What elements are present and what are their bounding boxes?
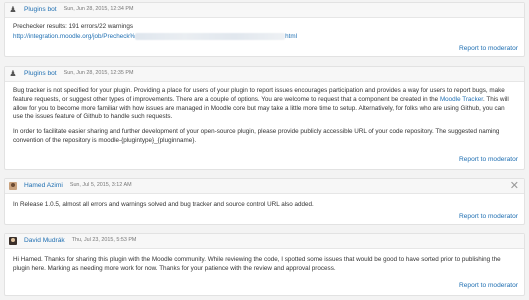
comment-date: Sun, Jul 5, 2015, 3:12 AM: [69, 182, 132, 189]
comment-header: ♟ Plugins bot Sun, Jun 28, 2015, 12:34 P…: [5, 3, 524, 18]
comment-card: ♟ Plugins bot Sun, Jun 28, 2015, 12:34 P…: [4, 2, 525, 57]
comment-link-line: http://integration.moodle.org/job/Preche…: [13, 32, 516, 42]
avatar: [9, 182, 17, 190]
comment-date: Sun, Jun 28, 2015, 12:35 PM: [63, 70, 134, 77]
comment-card: ♟ Plugins bot Sun, Jun 28, 2015, 12:35 P…: [4, 66, 525, 170]
user-icon: ♟: [9, 5, 17, 14]
comment-paragraph: In order to facilitate easier sharing an…: [13, 128, 500, 145]
comment-date: Thu, Jul 23, 2015, 5:53 PM: [71, 237, 137, 244]
comment-body: Bug tracker is not specified for your pl…: [13, 87, 516, 152]
comment-author[interactable]: Plugins bot: [24, 5, 57, 14]
comment-header: ♟ Plugins bot Sun, Jun 28, 2015, 12:35 P…: [5, 67, 524, 82]
comment-body: In Release 1.0.5, almost all errors and …: [13, 201, 516, 216]
comment-card: Hamed Azimi Sun, Jul 5, 2015, 3:12 AM ✕ …: [4, 178, 525, 225]
avatar: [9, 237, 17, 245]
moodle-tracker-link[interactable]: Moodle Tracker: [440, 96, 483, 103]
paragraph-text: Bug tracker is not specified for your pl…: [13, 87, 505, 103]
user-icon: ♟: [9, 69, 17, 78]
comment-author[interactable]: Plugins bot: [24, 69, 57, 78]
comment-text: In Release 1.0.5, almost all errors and …: [13, 201, 314, 208]
comment-card: David Mudrák Thu, Jul 23, 2015, 5:53 PM …: [4, 233, 525, 296]
comment-body: Hi Hamed. Thanks for sharing this plugin…: [13, 256, 516, 280]
prechecker-link-end[interactable]: html: [285, 33, 297, 40]
report-to-moderator-link[interactable]: Report to moderator: [459, 212, 518, 221]
comment-author[interactable]: David Mudrák: [24, 236, 65, 245]
comment-author[interactable]: Hamed Azimi: [24, 181, 63, 190]
comment-body: Prechecker results: 191 errors/22 warnin…: [13, 23, 516, 48]
comment-paragraph: Bug tracker is not specified for your pl…: [13, 87, 516, 122]
close-icon[interactable]: ✕: [510, 180, 519, 193]
comment-header: Hamed Azimi Sun, Jul 5, 2015, 3:12 AM ✕: [5, 179, 524, 194]
comment-date: Sun, Jun 28, 2015, 12:34 PM: [63, 6, 134, 13]
prechecker-link[interactable]: http://integration.moodle.org/job/Preche…: [13, 33, 135, 40]
comment-text: Hi Hamed. Thanks for sharing this plugin…: [13, 256, 501, 272]
redacted-url-segment: [135, 32, 286, 40]
report-to-moderator-link[interactable]: Report to moderator: [459, 155, 518, 164]
report-to-moderator-link[interactable]: Report to moderator: [459, 44, 518, 53]
comment-text: Prechecker results: 191 errors/22 warnin…: [13, 23, 134, 30]
report-to-moderator-link[interactable]: Report to moderator: [459, 281, 518, 290]
comment-header: David Mudrák Thu, Jul 23, 2015, 5:53 PM: [5, 234, 524, 249]
